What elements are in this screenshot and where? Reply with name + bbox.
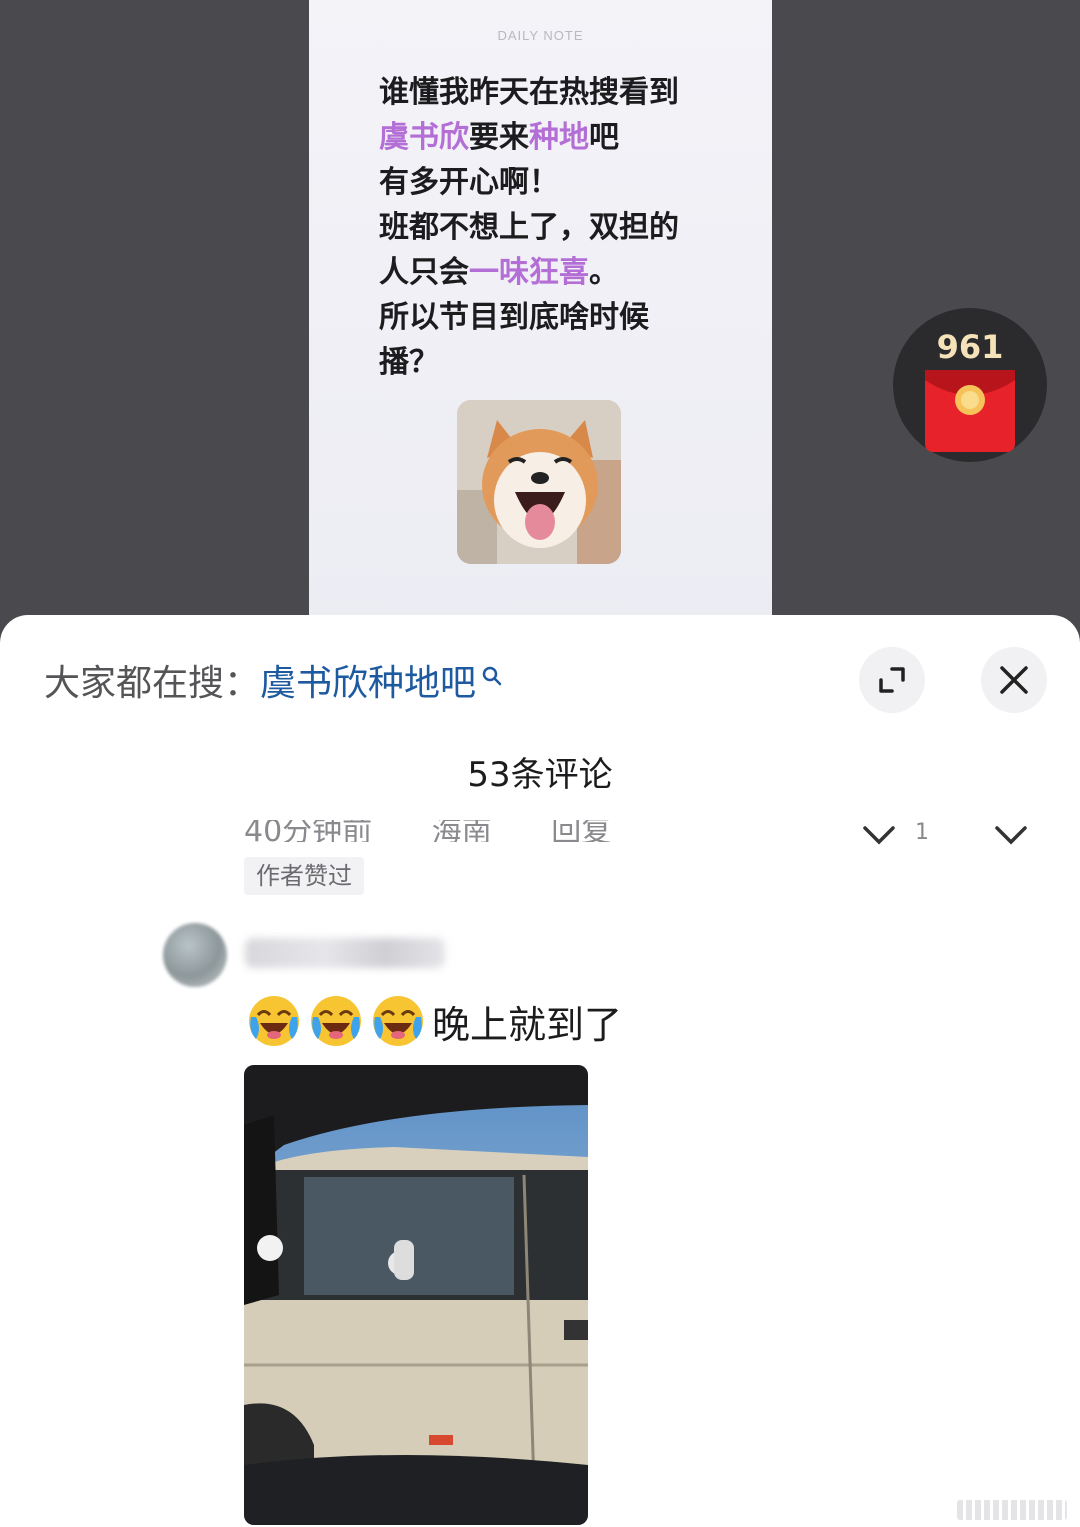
post-text-line: 播？ [379,340,739,385]
author-liked-badge: 作者赞过 [244,857,364,895]
close-icon [1000,666,1028,694]
crying-laughing-emoji [249,996,299,1046]
reply-text: 晚上就到了 [432,1002,623,1047]
red-packet-count: 961 [936,328,1004,366]
post-text-segment: 有多开心啊！ [379,165,559,200]
post-text-segment: 吧 [589,120,619,155]
crying-laughing-emoji [373,996,423,1046]
like-count: 1 [915,820,929,842]
note-header: DAILY NOTE [497,28,584,43]
red-envelope-icon [925,370,1015,452]
comment-time: 40分钟前 [244,820,373,842]
trending-search-term[interactable]: 虞书欣种地吧 [260,663,476,704]
expand-button[interactable] [859,647,925,713]
post-text-segment: 播？ [379,345,439,380]
post-text-highlight: 虞书欣 [379,120,469,155]
post-text-line: 虞书欣要来种地吧 [379,115,739,160]
post-text-line: 所以节目到底啥时候 [379,295,739,340]
post-text-line: 谁懂我昨天在热搜看到 [379,70,739,115]
post-text-line: 人只会一味狂喜。 [379,250,739,295]
post-text-segment: 。 [589,255,619,290]
like-icon[interactable] [862,825,896,845]
red-packet-widget[interactable]: 961 [893,308,1047,462]
post-text-highlight: 种地 [529,120,589,155]
trending-search-prefix: 大家都在搜： [44,663,261,704]
post-text-line: 有多开心啊！ [379,160,739,205]
close-button[interactable] [981,647,1047,713]
post-text-highlight: 一味狂喜 [469,255,589,290]
post-text-segment: 所以节目到底啥时候 [379,300,649,335]
avatar[interactable] [163,923,227,987]
trending-search-row[interactable]: 大家都在搜：虞书欣种地吧 [44,659,504,709]
expand-icon [879,667,905,693]
dislike-icon[interactable] [994,825,1028,845]
crying-laughing-emoji [311,996,361,1046]
post-text-segment: 谁懂我昨天在热搜看到 [379,75,679,110]
post-text-segment: 人只会 [379,255,469,290]
post-text-segment: 班都不想上了，双担的 [379,210,679,245]
post-note-card[interactable]: DAILY NOTE 谁懂我昨天在热搜看到 虞书欣要来种地吧 有多开心啊！ 班都不想上… [309,0,772,640]
comment-location: 海南 [431,820,492,842]
shiba-dog-image [457,400,621,564]
post-text-segment: 要来 [469,120,529,155]
reply-photo[interactable] [244,1065,588,1525]
watermark [957,1500,1067,1520]
reply-link[interactable]: 回复 [551,820,611,842]
username-blurred[interactable] [245,938,445,968]
comment-count-title: 53条评论 [467,755,613,795]
comment-sheet: 大家都在搜：虞书欣种地吧 53条评论 40分钟前 海南 回复 1 作者赞过 晚上… [0,615,1080,1527]
reply-content: 晚上就到了 [246,993,622,1049]
post-text: 谁懂我昨天在热搜看到 虞书欣要来种地吧 有多开心啊！ 班都不想上了，双担的 人只会一味狂… [379,70,739,385]
search-icon[interactable] [480,665,504,689]
post-text-line: 班都不想上了，双担的 [379,205,739,250]
